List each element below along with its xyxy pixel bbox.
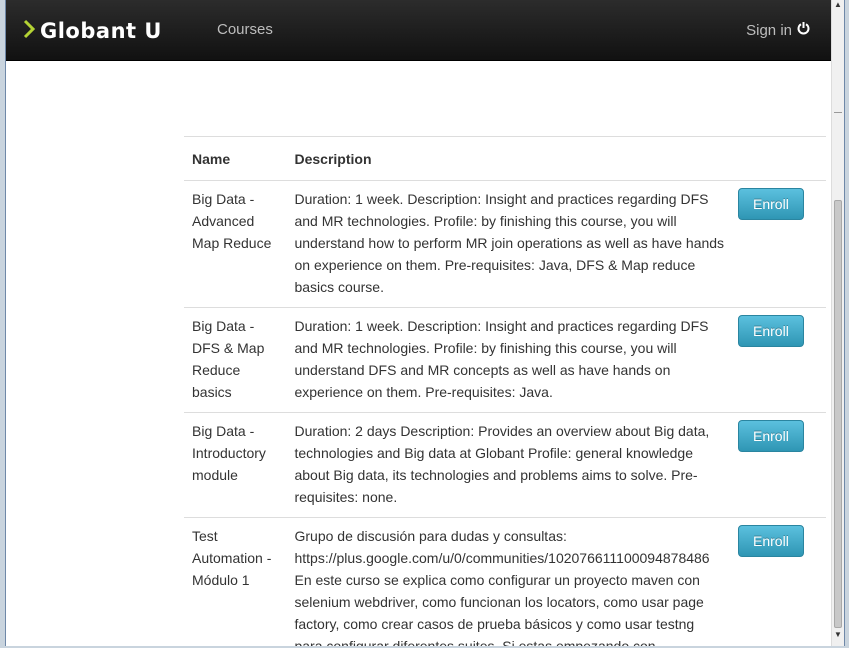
course-name: Big Data - Advanced Map Reduce <box>184 180 287 308</box>
sign-in-link[interactable]: Sign in <box>746 21 810 39</box>
course-name: Big Data - DFS & Map Reduce basics <box>184 307 287 413</box>
course-description: Duration: 1 week. Description: Insight a… <box>286 180 734 308</box>
enroll-button[interactable]: Enroll <box>737 188 804 220</box>
power-icon <box>797 21 810 39</box>
course-description: Duration: 1 week. Description: Insight a… <box>286 307 734 413</box>
scrollbar-thumb[interactable] <box>834 200 842 628</box>
navbar: Globant U Courses Sign in <box>6 0 832 61</box>
table-row: Big Data - DFS & Map Reduce basics Durat… <box>184 307 826 413</box>
table-row: Test Automation - Módulo 1 Grupo de disc… <box>184 517 826 646</box>
header-action <box>733 136 826 181</box>
courses-table: Name Description Big Data - Advanced Map… <box>184 136 826 646</box>
header-description: Description <box>286 136 734 181</box>
scrollbar-marker <box>834 112 842 113</box>
header-name: Name <box>184 136 287 181</box>
scroll-up-arrow-icon[interactable]: ▲ <box>832 0 844 12</box>
scroll-down-arrow-icon[interactable]: ▼ <box>832 630 844 642</box>
enroll-button[interactable]: Enroll <box>737 525 804 557</box>
vertical-scrollbar[interactable]: ▲ ▼ <box>831 0 844 646</box>
brand-chevron-icon <box>22 19 36 44</box>
course-description: Grupo de discusión para dudas y consulta… <box>286 517 734 646</box>
table-header-row: Name Description <box>184 136 826 181</box>
course-description: Duration: 2 days Description: Provides a… <box>286 412 734 518</box>
table-row: Big Data - Introductory module Duration:… <box>184 412 826 518</box>
enroll-button[interactable]: Enroll <box>737 420 804 452</box>
table-row: Big Data - Advanced Map Reduce Duration:… <box>184 180 826 308</box>
brand-name: Globant U <box>40 19 162 43</box>
courses-section: Name Description Big Data - Advanced Map… <box>184 136 826 646</box>
course-name: Big Data - Introductory module <box>184 412 287 518</box>
course-name: Test Automation - Módulo 1 <box>184 517 287 646</box>
nav-courses-link[interactable]: Courses <box>217 21 273 38</box>
enroll-button[interactable]: Enroll <box>737 315 804 347</box>
brand-logo[interactable]: Globant U <box>22 18 162 44</box>
browser-viewport: Globant U Courses Sign in Name Descripti… <box>5 0 845 646</box>
sign-in-label: Sign in <box>746 21 792 39</box>
